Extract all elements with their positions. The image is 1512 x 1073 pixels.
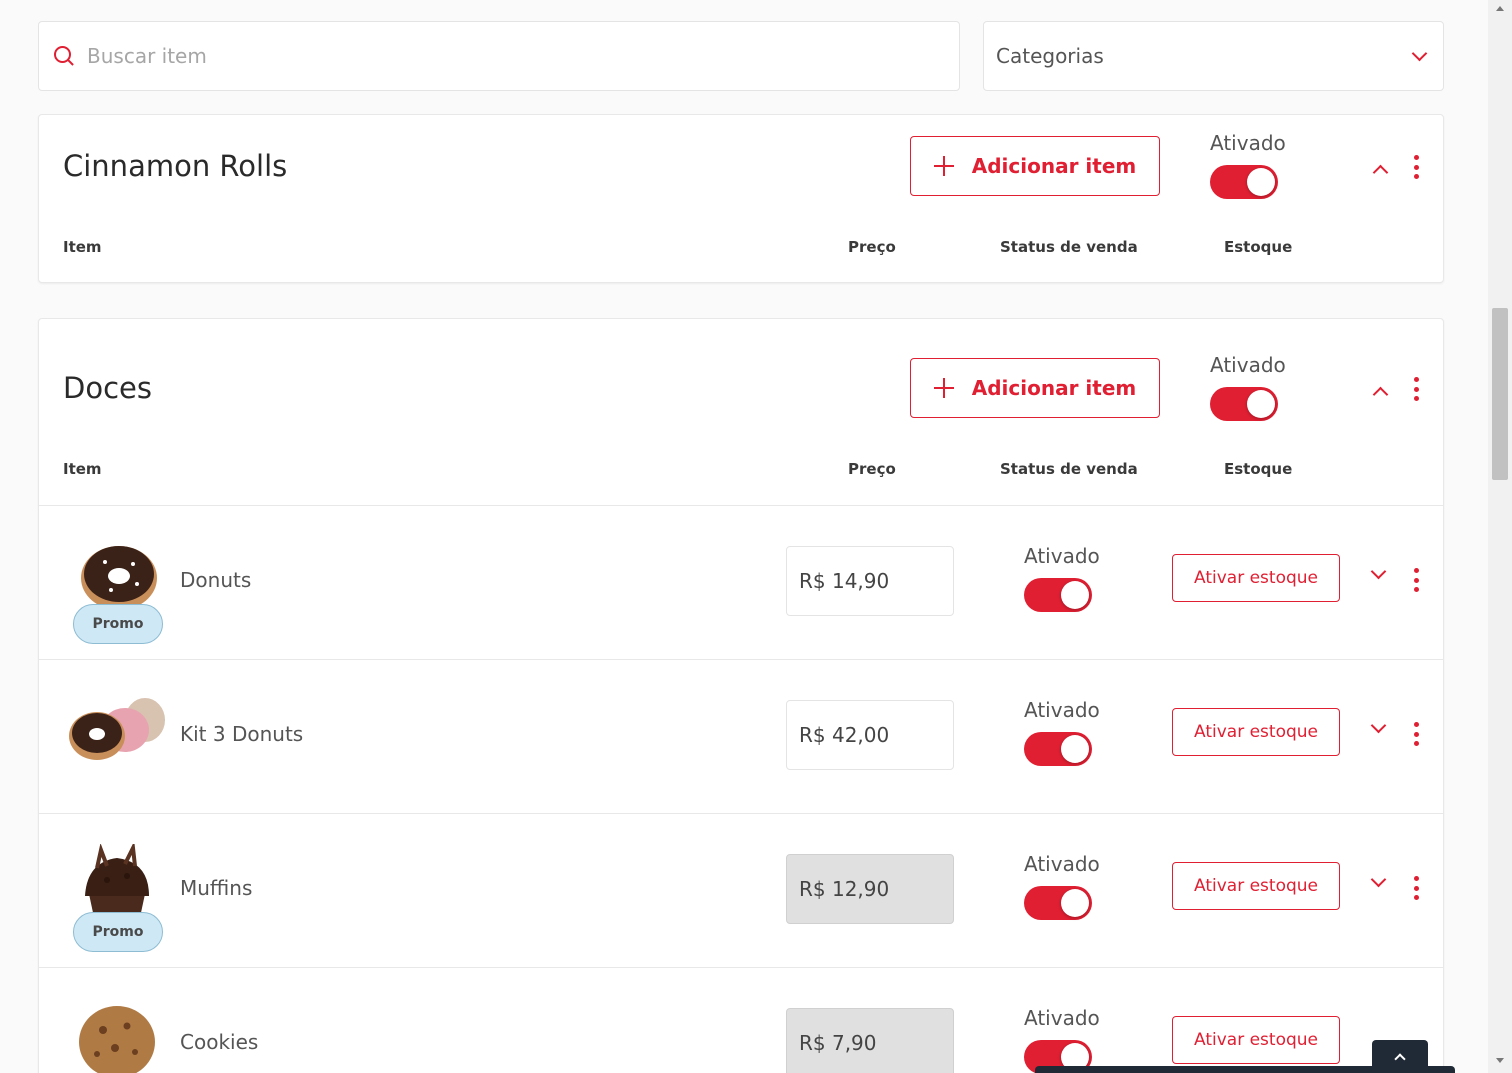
plus-icon	[933, 156, 954, 176]
sale-status-toggle[interactable]	[1024, 578, 1092, 612]
add-item-label: Adicionar item	[971, 154, 1137, 178]
cookie-image	[79, 1006, 155, 1073]
promo-badge: Promo	[73, 912, 163, 952]
add-item-label: Adicionar item	[971, 376, 1137, 400]
price-field: R$ 7,90	[786, 1008, 954, 1073]
column-header-sale-status: Status de venda	[1000, 238, 1138, 256]
collapse-button[interactable]	[1372, 161, 1389, 181]
category-select-label: Categorias	[996, 44, 1104, 68]
search-input[interactable]	[87, 44, 907, 68]
column-header-stock: Estoque	[1224, 460, 1293, 478]
add-item-button[interactable]: Adicionar item	[910, 136, 1160, 196]
price-field[interactable]: R$ 14,90	[786, 546, 954, 616]
item-name: Muffins	[180, 876, 253, 900]
more-options-icon[interactable]	[1413, 722, 1419, 746]
chevron-down-icon	[1370, 871, 1387, 888]
table-row: Kit 3 Donuts R$ 42,00 Ativado Ativar est…	[39, 659, 1443, 813]
promo-badge: Promo	[73, 604, 163, 644]
chevron-up-icon	[1394, 1052, 1406, 1065]
collapse-button[interactable]	[1372, 383, 1389, 403]
more-options-icon[interactable]	[1413, 377, 1419, 401]
search-icon	[53, 45, 75, 67]
scrollbar[interactable]	[1488, 0, 1512, 1073]
table-row: Promo Muffins R$ 12,90 Ativado Ativar es…	[39, 813, 1443, 967]
add-item-button[interactable]: Adicionar item	[910, 358, 1160, 418]
category-status-toggle[interactable]	[1210, 165, 1278, 199]
activate-stock-button[interactable]: Ativar estoque	[1172, 862, 1340, 910]
column-header-stock: Estoque	[1224, 238, 1293, 256]
category-title: Doces	[63, 371, 152, 405]
sale-status-label: Ativado	[1024, 544, 1100, 568]
category-title: Cinnamon Rolls	[63, 149, 288, 183]
activate-stock-button[interactable]: Ativar estoque	[1172, 554, 1340, 602]
activate-stock-button[interactable]: Ativar estoque	[1172, 708, 1340, 756]
back-to-top-button[interactable]	[1372, 1040, 1428, 1073]
scroll-down-icon[interactable]	[1496, 1058, 1504, 1063]
column-header-sale-status: Status de venda	[1000, 460, 1138, 478]
menu-editor-page: Categorias Cinnamon Rolls Adicionar item…	[0, 0, 1512, 1073]
chevron-up-icon	[1372, 386, 1389, 403]
activate-stock-button[interactable]: Ativar estoque	[1172, 1016, 1340, 1064]
item-name: Kit 3 Donuts	[180, 722, 304, 746]
sale-status-toggle[interactable]	[1024, 886, 1092, 920]
chevron-down-icon	[1370, 717, 1387, 734]
category-status-label: Ativado	[1210, 353, 1286, 377]
more-options-icon[interactable]	[1413, 155, 1419, 179]
price-field[interactable]: R$ 42,00	[786, 700, 954, 770]
column-header-item: Item	[63, 460, 102, 478]
table-row: Cookies R$ 7,90 Ativado Ativar estoque	[39, 967, 1443, 1073]
chevron-down-icon	[1411, 45, 1428, 61]
expand-row-button[interactable]	[1370, 563, 1387, 580]
column-header-price: Preço	[848, 460, 896, 478]
expand-row-button[interactable]	[1370, 717, 1387, 734]
scroll-up-icon[interactable]	[1496, 6, 1504, 11]
chevron-up-icon	[1372, 164, 1389, 181]
chevron-down-icon	[1370, 563, 1387, 580]
column-header-item: Item	[63, 238, 102, 256]
expand-row-button[interactable]	[1370, 871, 1387, 888]
item-name: Cookies	[180, 1030, 259, 1054]
category-status-label: Ativado	[1210, 131, 1286, 155]
category-card-doces: Doces Adicionar item Ativado Item Preço …	[38, 318, 1444, 1073]
sale-status-label: Ativado	[1024, 1006, 1100, 1030]
donut-kit-image	[69, 698, 165, 760]
sale-status-toggle[interactable]	[1024, 732, 1092, 766]
category-select[interactable]: Categorias	[983, 21, 1444, 91]
scrollbar-thumb[interactable]	[1492, 308, 1508, 480]
category-card-cinnamon-rolls: Cinnamon Rolls Adicionar item Ativado It…	[38, 114, 1444, 283]
category-status-toggle[interactable]	[1210, 387, 1278, 421]
column-header-price: Preço	[848, 238, 896, 256]
table-row: Promo Donuts R$ 14,90 Ativado Ativar est…	[39, 505, 1443, 659]
item-name: Donuts	[180, 568, 252, 592]
more-options-icon[interactable]	[1413, 876, 1419, 900]
plus-icon	[933, 378, 954, 398]
sale-status-label: Ativado	[1024, 698, 1100, 722]
search-box	[38, 21, 960, 91]
price-field: R$ 12,90	[786, 854, 954, 924]
more-options-icon[interactable]	[1413, 568, 1419, 592]
sale-status-label: Ativado	[1024, 852, 1100, 876]
